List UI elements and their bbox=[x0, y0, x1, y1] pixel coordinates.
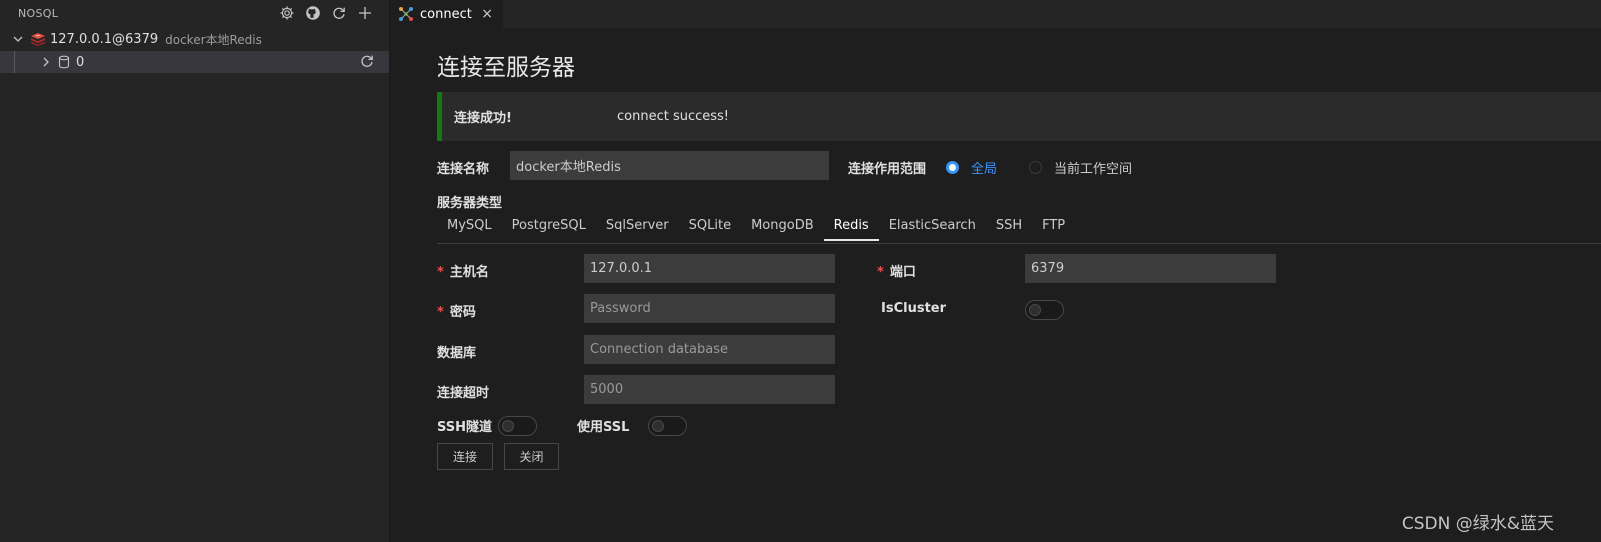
toggle-knob bbox=[1029, 304, 1041, 316]
timeout-input[interactable] bbox=[584, 375, 835, 404]
scope-option-workspace: 当前工作空间 bbox=[1054, 162, 1133, 177]
tab-ssh[interactable]: SSH bbox=[986, 212, 1032, 243]
host-label: * 主机名 bbox=[437, 261, 489, 280]
required-mark: * bbox=[437, 265, 444, 280]
ssh-label: SSH隧道 bbox=[437, 420, 493, 435]
iscluster-label: IsCluster bbox=[881, 301, 947, 316]
password-label-text: 密码 bbox=[449, 305, 476, 320]
tree-item-db-0[interactable]: 0 bbox=[0, 51, 389, 73]
port-label-text: 端口 bbox=[889, 265, 916, 280]
port-input[interactable] bbox=[1025, 254, 1276, 283]
scope-label: 连接作用范围 bbox=[848, 162, 927, 177]
server-type-label: 服务器类型 bbox=[437, 196, 503, 211]
page-title: 连接至服务器 bbox=[437, 55, 575, 81]
server-type-tabs: MySQL PostgreSQL SqlServer SQLite MongoD… bbox=[437, 212, 1601, 244]
host-description: docker本地Redis bbox=[165, 32, 262, 47]
tab-sqlserver[interactable]: SqlServer bbox=[596, 212, 679, 243]
close-icon[interactable]: × bbox=[481, 6, 493, 22]
ssl-label: 使用SSL bbox=[577, 420, 630, 435]
refresh-icon[interactable] bbox=[359, 53, 375, 73]
ssh-toggle[interactable] bbox=[498, 416, 537, 436]
tree-item-redis-host[interactable]: 127.0.0.1@6379 docker本地Redis bbox=[0, 28, 389, 50]
gear-icon[interactable] bbox=[277, 3, 297, 23]
ssl-toggle[interactable] bbox=[648, 416, 687, 436]
connect-button[interactable]: 连接 bbox=[437, 443, 493, 470]
database-input[interactable] bbox=[584, 335, 835, 364]
password-input[interactable] bbox=[584, 294, 835, 323]
radio-dot[interactable] bbox=[946, 161, 959, 174]
radio-dot[interactable] bbox=[1029, 161, 1042, 174]
sidebar-actions bbox=[277, 3, 375, 23]
conn-name-label: 连接名称 bbox=[437, 162, 490, 177]
conn-name-input[interactable] bbox=[510, 151, 829, 180]
chevron-down-icon[interactable] bbox=[10, 31, 26, 47]
alert-title: 连接成功! bbox=[454, 111, 512, 126]
sidebar-title: NOSQL bbox=[18, 6, 59, 20]
tab-mongodb[interactable]: MongoDB bbox=[741, 212, 824, 243]
host-label-text: 主机名 bbox=[449, 265, 489, 280]
connect-tab-icon bbox=[398, 6, 414, 22]
iscluster-toggle[interactable] bbox=[1025, 300, 1064, 320]
host-input[interactable] bbox=[584, 254, 835, 283]
toggle-knob bbox=[502, 420, 514, 432]
editor-tab-bar: connect × bbox=[390, 0, 1601, 28]
tab-elasticsearch[interactable]: ElasticSearch bbox=[879, 212, 986, 243]
chevron-right-icon[interactable] bbox=[38, 54, 54, 70]
timeout-label: 连接超时 bbox=[437, 386, 490, 401]
connect-panel: 连接至服务器 连接成功! connect success! 连接名称 连接作用范… bbox=[390, 28, 1601, 542]
redis-icon bbox=[30, 32, 46, 46]
db-label: 0 bbox=[76, 54, 85, 70]
sidebar-header: NOSQL bbox=[0, 0, 389, 26]
scope-option-global: 全局 bbox=[971, 162, 998, 177]
password-label: * 密码 bbox=[437, 301, 476, 320]
sidebar: NOSQL 127.0.0.1@6379 docker本地Redis 0 bbox=[0, 0, 390, 542]
tab-postgresql[interactable]: PostgreSQL bbox=[502, 212, 596, 243]
port-label: * 端口 bbox=[877, 261, 916, 280]
host-label: 127.0.0.1@6379 bbox=[50, 31, 159, 47]
database-label: 数据库 bbox=[437, 346, 477, 361]
scope-radio-global[interactable]: 全局 bbox=[946, 158, 997, 177]
tab-connect[interactable]: connect × bbox=[390, 0, 503, 28]
watermark: CSDN @绿水&蓝天 bbox=[1401, 514, 1554, 534]
tab-label: connect bbox=[420, 6, 472, 22]
tree-indent-guide bbox=[14, 51, 15, 73]
scope-radio-workspace[interactable]: 当前工作空间 bbox=[1029, 158, 1132, 177]
tab-mysql[interactable]: MySQL bbox=[437, 212, 502, 243]
github-icon[interactable] bbox=[303, 3, 323, 23]
success-alert: 连接成功! connect success! bbox=[437, 92, 1601, 141]
tab-redis[interactable]: Redis bbox=[823, 212, 879, 241]
refresh-icon[interactable] bbox=[329, 3, 349, 23]
toggle-knob bbox=[652, 420, 664, 432]
plus-icon[interactable] bbox=[355, 3, 375, 23]
tab-ftp[interactable]: FTP bbox=[1032, 212, 1075, 243]
tab-sqlite[interactable]: SQLite bbox=[679, 212, 741, 243]
database-icon bbox=[58, 55, 70, 69]
required-mark: * bbox=[877, 265, 884, 280]
close-button[interactable]: 关闭 bbox=[504, 443, 559, 470]
alert-message: connect success! bbox=[617, 109, 730, 124]
required-mark: * bbox=[437, 305, 444, 320]
